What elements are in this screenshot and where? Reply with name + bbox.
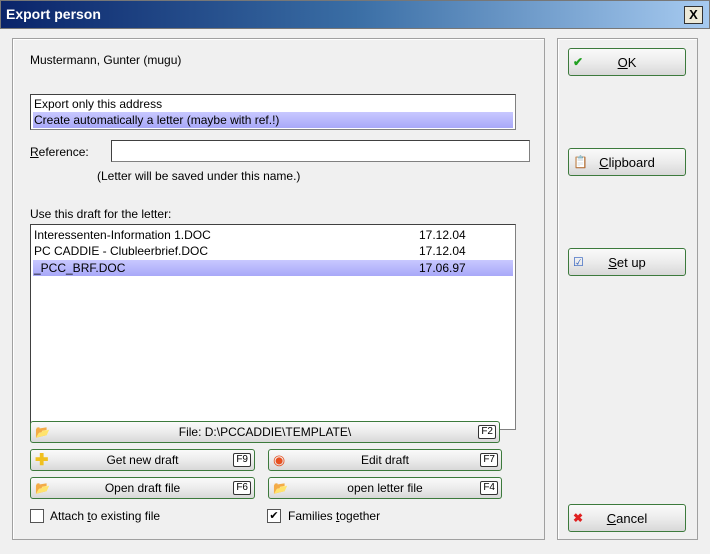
open-letter-file-button[interactable]: 📂 open letter file F4: [268, 477, 502, 499]
open-letter-label: open letter file: [347, 481, 423, 495]
draft-date: 17.06.97: [419, 261, 466, 275]
clipboard-icon: 📋: [573, 155, 588, 169]
window-title: Export person: [6, 6, 101, 22]
open-draft-label: Open draft file: [104, 481, 181, 495]
cancel-label: Cancel: [606, 510, 648, 526]
draft-item[interactable]: Interessenten-Information 1.DOC 17.12.04: [33, 227, 513, 243]
setup-label: Set up: [608, 254, 646, 270]
person-name: Mustermann, Gunter (mugu): [30, 53, 182, 67]
mode-listbox[interactable]: Export only this address Create automati…: [30, 94, 516, 130]
attach-checkbox[interactable]: [30, 509, 44, 523]
file-path-label: File: D:\PCCADDIE\TEMPLATE\: [178, 425, 352, 439]
clipboard-label: Clipboard: [599, 154, 655, 170]
plus-icon: ✚: [35, 452, 49, 469]
attach-label: Attach to existing file: [50, 509, 161, 523]
folder-search-icon: 📂: [35, 481, 50, 495]
reference-note: (Letter will be saved under this name.): [97, 169, 301, 183]
close-button[interactable]: X: [684, 6, 703, 24]
clipboard-button[interactable]: 📋 Clipboard: [568, 148, 686, 176]
title-bar: [0, 0, 710, 29]
setup-button[interactable]: ☑ Set up: [568, 248, 686, 276]
draft-name: Interessenten-Information 1.DOC: [34, 228, 211, 242]
mode-option-create-letter[interactable]: Create automatically a letter (maybe wit…: [33, 112, 513, 128]
folder-icon: 📂: [35, 425, 50, 439]
ok-button[interactable]: ✔ OK: [568, 48, 686, 76]
cancel-button[interactable]: ✖ Cancel: [568, 504, 686, 532]
draft-item[interactable]: _PCC_BRF.DOC 17.06.97: [33, 260, 513, 276]
checklist-icon: ☑: [573, 255, 584, 269]
draft-date: 17.12.04: [419, 244, 466, 258]
mode-option-export-only[interactable]: Export only this address: [33, 96, 513, 112]
get-new-draft-label: Get new draft: [106, 453, 179, 467]
ok-label: OK: [617, 54, 637, 70]
edit-draft-label: Edit draft: [360, 453, 410, 467]
draft-name: _PCC_BRF.DOC: [34, 261, 126, 275]
drafts-list[interactable]: Interessenten-Information 1.DOC 17.12.04 …: [30, 224, 516, 430]
x-icon: ✖: [573, 511, 584, 525]
file-path-button[interactable]: 📂 File: D:\PCCADDIE\TEMPLATE\ F2: [30, 421, 500, 443]
checkmark-icon: ✔: [573, 55, 584, 69]
open-draft-file-button[interactable]: 📂 Open draft file F6: [30, 477, 255, 499]
reference-label: Reference:: [30, 145, 89, 159]
families-checkbox[interactable]: ✔: [267, 509, 281, 523]
draft-item[interactable]: PC CADDIE - Clubleerbrief.DOC 17.12.04: [33, 243, 513, 259]
edit-circle-icon: ◉: [273, 451, 286, 468]
families-label: Families together: [288, 509, 381, 523]
f2-key: F2: [478, 425, 496, 439]
draft-name: PC CADDIE - Clubleerbrief.DOC: [34, 244, 209, 258]
get-new-draft-button[interactable]: ✚ Get new draft F9: [30, 449, 255, 471]
f7-key: F7: [480, 453, 498, 467]
folder-search-icon: 📂: [273, 481, 288, 495]
drafts-label: Use this draft for the letter:: [30, 207, 172, 221]
f9-key: F9: [233, 453, 251, 467]
f6-key: F6: [233, 481, 251, 495]
reference-input[interactable]: [111, 140, 530, 162]
f4-key: F4: [480, 481, 498, 495]
draft-date: 17.12.04: [419, 228, 466, 242]
edit-draft-button[interactable]: ◉ Edit draft F7: [268, 449, 502, 471]
button-panel: [557, 38, 698, 540]
